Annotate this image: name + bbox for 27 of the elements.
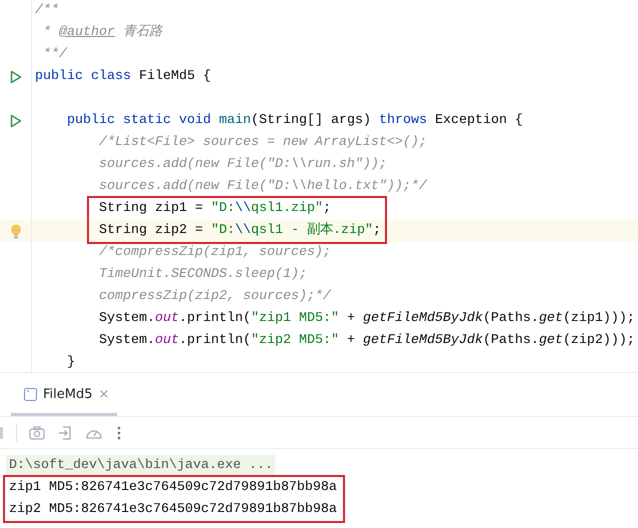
code-line: /*List<File> sources = new ArrayList<>(); [98, 134, 427, 152]
window-icon [24, 388, 37, 401]
code-line: /*compressZip(zip1, sources); [98, 244, 331, 262]
code-line: /** [34, 2, 59, 20]
code-line: compressZip(zip2, sources);*/ [98, 288, 331, 306]
code-line: System.out.println("zip1 MD5:" + getFileMd5ByJdk(Paths.get(zip1))); [98, 310, 635, 328]
code-line: String zip1 = "D:\\qsl1.zip"; [98, 200, 331, 218]
run-icon[interactable] [10, 114, 22, 128]
code-line: **/ [42, 46, 67, 64]
code-line: } [66, 354, 75, 372]
more-icon[interactable] [117, 426, 121, 440]
code-line: sources.add(new File("D:\\run.sh")); [98, 156, 387, 174]
code-line: * @author 青石路 [42, 23, 162, 42]
login-icon[interactable] [57, 424, 73, 440]
console-line: zip1 MD5:826741e3c764509c72d79891b87bb98a [8, 479, 338, 497]
code-line: public static void main(String[] args) throws Exception { [66, 112, 523, 130]
code-line: public class FileMd5 { [34, 68, 211, 86]
run-icon[interactable] [10, 70, 22, 84]
run-tab[interactable]: FileMd5 × [11, 384, 118, 416]
code-line: TimeUnit.SECONDS.sleep(1); [98, 266, 307, 284]
console-line: zip2 MD5:826741e3c764509c72d79891b87bb98a [8, 501, 338, 519]
stop-icon[interactable] [0, 426, 4, 438]
code-line: System.out.println("zip2 MD5:" + getFileMd5ByJdk(Paths.get(zip2))); [98, 332, 635, 350]
camera-icon[interactable] [29, 426, 45, 440]
code-line: String zip2 = "D:\\qsl1 - 副本.zip"; [98, 220, 381, 240]
lightbulb-icon[interactable] [10, 224, 22, 238]
code-line: sources.add(new File("D:\\hello.txt"));*/ [98, 178, 427, 196]
